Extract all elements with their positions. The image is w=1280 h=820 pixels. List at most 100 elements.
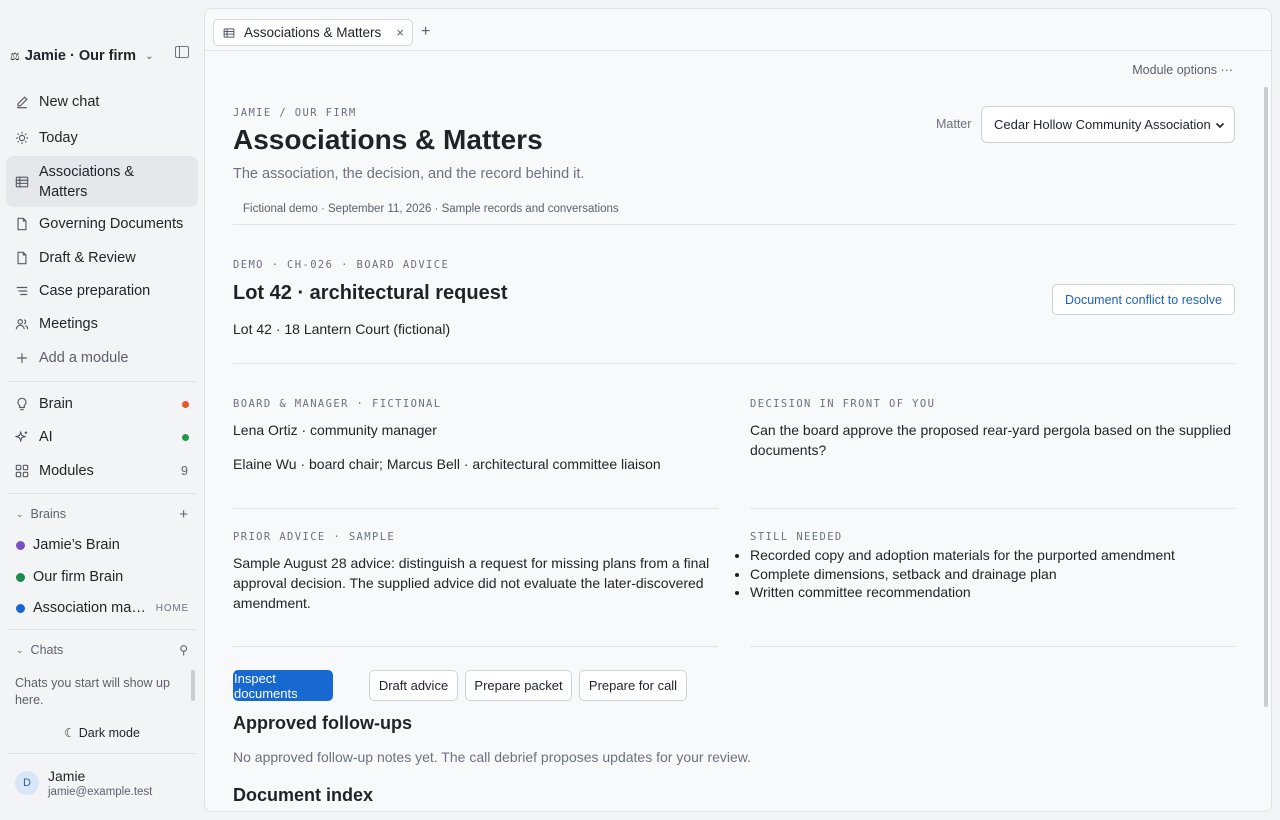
sidebar-toggle-icon[interactable] [175, 46, 189, 58]
still-needed-list: Recorded copy and adoption materials for… [733, 546, 1233, 602]
brain-status-dot [182, 400, 189, 408]
divider [233, 363, 1235, 364]
still-needed-eyebrow: STILL NEEDED [750, 531, 843, 543]
nav-new-chat[interactable]: New chat [6, 91, 198, 113]
divider [8, 381, 196, 382]
matter-label: Matter [936, 117, 972, 131]
nav-label: AI [39, 429, 53, 445]
home-badge: HOME [155, 602, 189, 614]
nav-case-preparation[interactable]: Case preparation [6, 280, 198, 302]
decision-eyebrow: DECISION IN FRONT OF YOU [750, 398, 936, 410]
list-item: Recorded copy and adoption materials for… [750, 546, 1233, 565]
modules-count: 9 [181, 464, 188, 478]
draft-advice-button[interactable]: Draft advice [369, 670, 458, 701]
scale-icon: ⚖ [10, 50, 20, 63]
add-tab-icon[interactable]: + [421, 23, 430, 41]
nav-label: New chat [39, 94, 100, 110]
prepare-packet-button[interactable]: Prepare packet [465, 670, 572, 701]
content-scrollbar[interactable] [1264, 87, 1268, 707]
nav-label: Brain [39, 396, 73, 412]
module-options-button[interactable]: Module options ··· [1132, 63, 1233, 77]
close-icon[interactable]: × [396, 25, 404, 40]
brain-label: Association management [33, 600, 149, 616]
divider [750, 508, 1235, 509]
nav-label: Meetings [39, 316, 98, 332]
divider [8, 753, 196, 754]
document-icon [15, 251, 29, 265]
nav-governing-documents[interactable]: Governing Documents [6, 213, 198, 235]
workspace-switcher[interactable]: ⚖ Jamie · Our firm ⌄ [10, 45, 153, 67]
divider [233, 224, 1235, 225]
brain-label: Jamie’s Brain [33, 537, 120, 553]
tab-associations-matters[interactable]: Associations & Matters × [213, 19, 413, 46]
brain-color-dot [16, 603, 25, 613]
board-members-line: Elaine Wu · board chair; Marcus Bell · a… [233, 456, 661, 472]
divider [233, 508, 718, 509]
divider [8, 493, 196, 494]
page-subtitle: The association, the decision, and the r… [233, 166, 585, 182]
nav-brain[interactable]: Brain [6, 393, 198, 415]
demo-meta-line: Fictional demo · September 11, 2026 · Sa… [243, 203, 619, 215]
section-label: Brains [30, 507, 66, 521]
divider [8, 629, 196, 630]
search-chats-icon[interactable]: ⚲ [179, 643, 188, 657]
approved-followups-heading: Approved follow-ups [233, 713, 412, 733]
matter-title: Lot 42 · architectural request [233, 282, 508, 304]
nav-label: Add a module [39, 350, 129, 366]
dark-mode-toggle[interactable]: ☾ Dark mode [0, 725, 204, 740]
document-index-heading: Document index [233, 785, 374, 805]
document-conflict-button[interactable]: Document conflict to resolve [1052, 284, 1235, 315]
matter-select[interactable]: Cedar Hollow Community Association [981, 106, 1235, 143]
nav-today[interactable]: Today [6, 127, 198, 149]
add-brain-icon[interactable]: + [179, 506, 188, 523]
user-profile[interactable]: D Jamie jamie@example.test [15, 768, 152, 798]
nav-ai[interactable]: AI [6, 426, 198, 448]
user-email: jamie@example.test [48, 786, 153, 798]
inspect-documents-button[interactable]: Inspect documents [233, 670, 333, 701]
chevron-down-icon: ⌄ [145, 50, 154, 62]
dark-mode-label: Dark mode [78, 726, 140, 740]
nav-label: Draft & Review [39, 250, 136, 266]
board-manager-line: Lena Ortiz · community manager [233, 422, 437, 438]
brain-color-dot [16, 572, 25, 582]
divider [233, 646, 718, 647]
nav-modules[interactable]: Modules 9 [6, 460, 198, 482]
section-label: Chats [30, 643, 64, 657]
nav-label: Case preparation [39, 283, 151, 299]
prior-advice-eyebrow: PRIOR ADVICE · SAMPLE [233, 531, 396, 543]
chats-section-header[interactable]: ⌄ Chats ⚲ [16, 641, 188, 659]
page-title: Associations & Matters [233, 124, 543, 155]
tab-label: Associations & Matters [244, 25, 382, 40]
matter-address: Lot 42 · 18 Lantern Court (fictional) [233, 321, 451, 337]
tab-bar: Associations & Matters × + [205, 9, 1271, 51]
workspace-name: Jamie · Our firm [24, 48, 137, 64]
grid-icon [15, 464, 29, 478]
brain-item-association[interactable]: Association management HOME [16, 598, 191, 618]
lightbulb-icon [15, 397, 29, 411]
decision-text: Can the board approve the proposed rear-… [750, 422, 1231, 458]
chevron-down-icon: ⌄ [16, 644, 24, 655]
sidebar-scrollbar[interactable] [191, 670, 195, 701]
brain-color-dot [16, 540, 25, 550]
nav-label: Modules [39, 463, 94, 479]
chevron-down-icon [1215, 122, 1225, 129]
sparkle-icon [15, 430, 29, 444]
nav-meetings[interactable]: Meetings [6, 313, 198, 335]
brain-item-jamie[interactable]: Jamie’s Brain [16, 535, 191, 555]
chats-empty-state: Chats you start will show up here. [15, 676, 170, 707]
main-panel: Associations & Matters × + Module option… [204, 8, 1272, 812]
table-icon [15, 175, 29, 189]
sidebar: ⚖ Jamie · Our firm ⌄ New chat Today Asso… [0, 0, 204, 820]
list-item: Written committee recommendation [750, 583, 1233, 602]
brain-item-our-firm[interactable]: Our firm Brain [16, 567, 191, 587]
breadcrumb: JAMIE / OUR FIRM [233, 107, 357, 119]
brains-section-header[interactable]: ⌄ Brains + [16, 505, 188, 523]
nav-associations-matters[interactable]: Associations & Matters [6, 156, 198, 207]
prior-advice-text: Sample August 28 advice: distinguish a r… [233, 555, 710, 611]
nav-add-module[interactable]: Add a module [6, 347, 198, 369]
plus-icon [15, 351, 29, 365]
nav-draft-review[interactable]: Draft & Review [6, 247, 198, 269]
prepare-for-call-button[interactable]: Prepare for call [579, 670, 687, 701]
list-icon [15, 284, 29, 298]
chevron-down-icon: ⌄ [16, 508, 24, 519]
